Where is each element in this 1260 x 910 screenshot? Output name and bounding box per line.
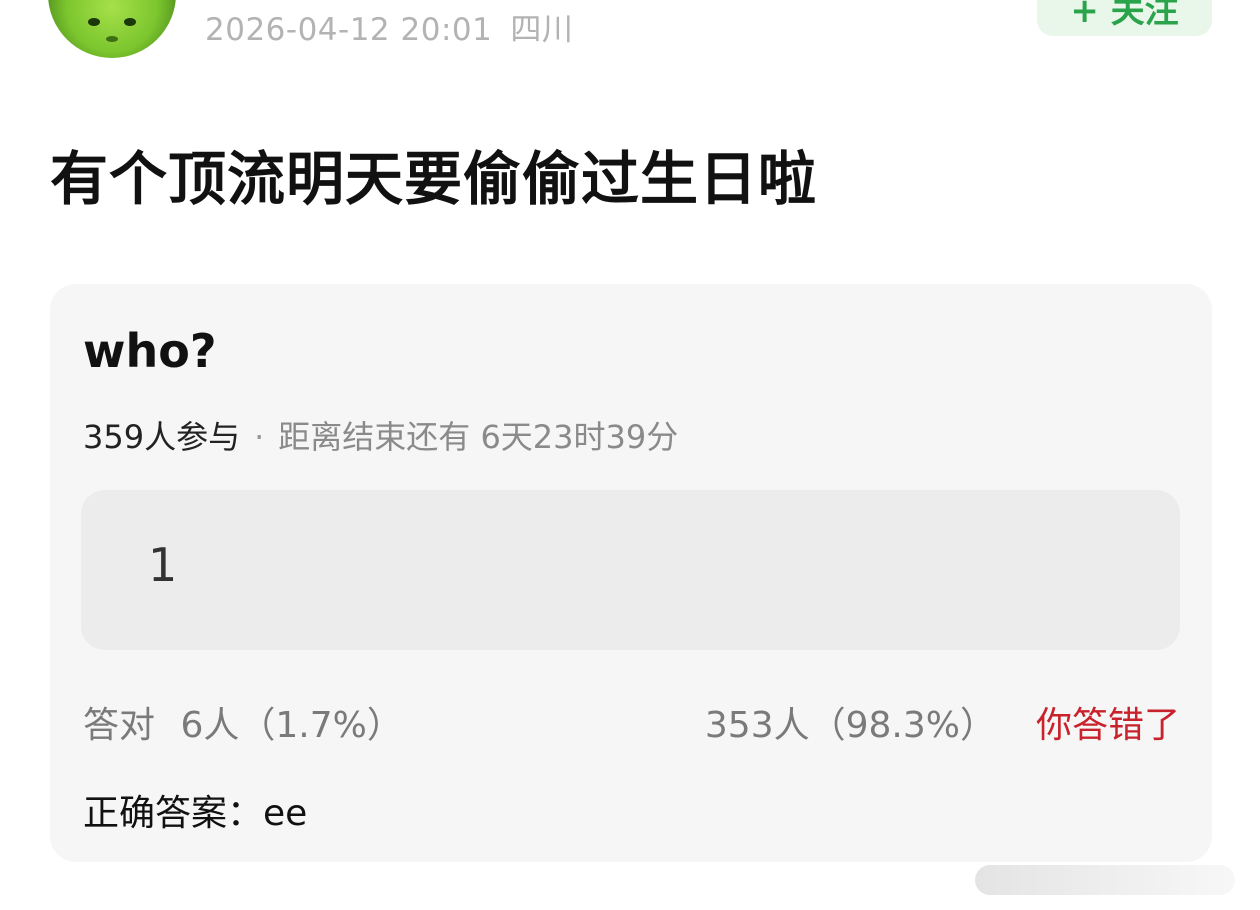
follow-button[interactable]: + 关注 [1037,0,1212,36]
poll-option[interactable]: 1 [81,490,1180,650]
post-page: 2026-04-12 20:01 四川 + 关注 有个顶流明天要偷偷过生日啦 wh… [0,0,1260,910]
post-location: 四川 [510,12,574,48]
poll-participants: 359人参与 [83,418,241,456]
poll-option-label: 1 [148,538,178,592]
wrong-count: 353人（98.3%） [704,705,996,746]
poll-result-row: 答对 6人（1.7%） 353人（98.3%） 你答错了 [83,696,1180,748]
correct-count: 6人（1.7%） [180,705,403,746]
post-meta: 2026-04-12 20:01 四川 [205,4,573,49]
answer-value: ee [263,793,308,834]
avatar-eye-right [124,18,136,26]
post-date: 2026-04-12 20:01 [205,12,493,48]
user-avatar[interactable] [48,0,176,58]
poll-question: who? [83,324,217,378]
poll-meta-separator: · [254,418,265,456]
post-title: 有个顶流明天要偷偷过生日啦 [50,145,818,213]
result-status: 你答错了 [1035,705,1180,746]
answer-label: 正确答案： [83,793,264,834]
poll-meta: 359人参与 · 距离结束还有 6天23时39分 [83,412,678,458]
correct-answer: 正确答案：ee [83,784,307,836]
avatar-eye-left [88,18,100,26]
poll-time-remaining: 距离结束还有 6天23时39分 [278,418,679,456]
avatar-nose [106,36,118,42]
result-right: 353人（98.3%） 你答错了 [705,696,1180,748]
correct-label: 答对 [83,705,156,746]
watermark [975,865,1235,895]
poll-card: who? 359人参与 · 距离结束还有 6天23时39分 1 答对 6人（1.7%… [50,284,1212,862]
